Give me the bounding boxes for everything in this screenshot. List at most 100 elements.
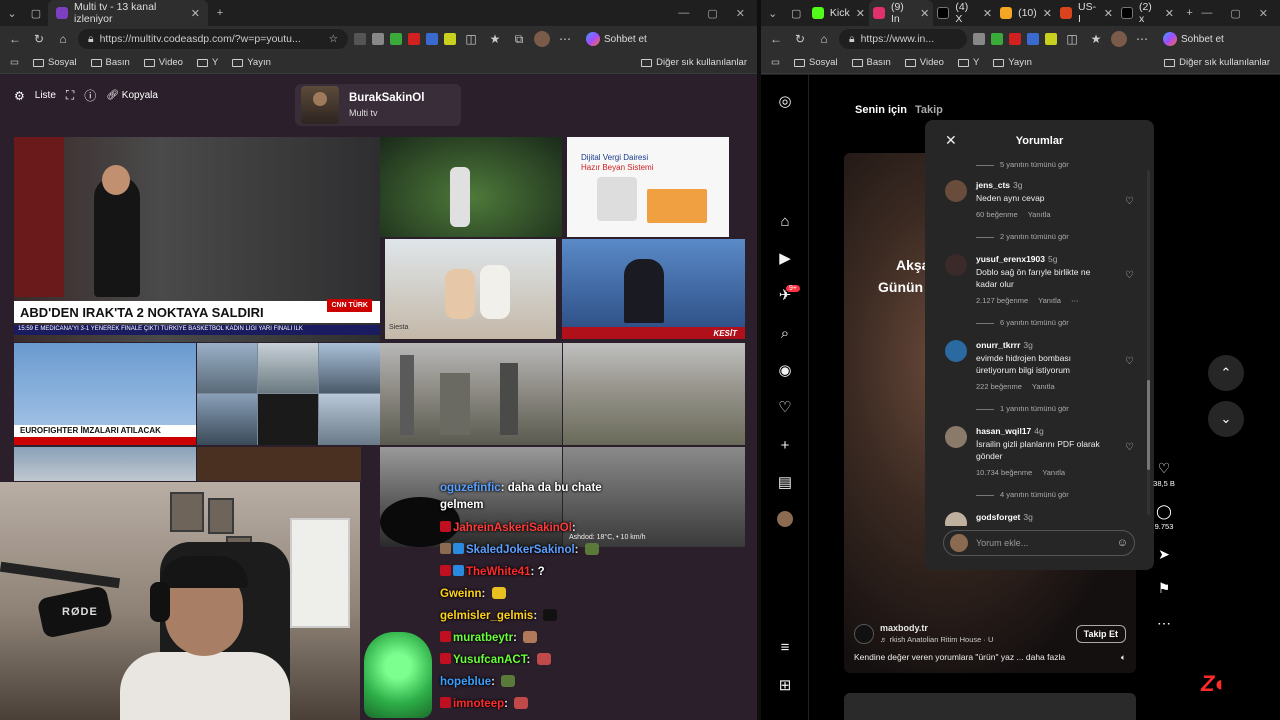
channel-card[interactable]: BurakSakinOl Multi tv (295, 84, 461, 126)
tab-actions-icon[interactable]: ⌄ (0, 1, 24, 25)
stream-tile-eurofighter[interactable]: EUROFIGHTER İMZALARI ATILACAK (14, 343, 196, 445)
stream-tile-cameras[interactable] (197, 343, 380, 445)
share-action[interactable]: ➤ (1153, 546, 1175, 563)
reply-button[interactable]: Yanıtla (1042, 468, 1065, 477)
view-replies-link[interactable]: 6 yanıtın tümünü gör (976, 318, 1069, 327)
extension-icon[interactable] (1009, 33, 1021, 45)
tab-instagram[interactable]: (9) In ✕ (868, 0, 934, 26)
star-icon[interactable]: ☆ (329, 33, 338, 45)
comments-scrollbar[interactable] (1147, 170, 1150, 515)
extension-icon[interactable] (372, 33, 384, 45)
stream-tile-football[interactable] (380, 137, 562, 237)
minimize-icon[interactable]: — (1201, 7, 1212, 20)
bookmark-folder-yayin[interactable]: Yayın (993, 57, 1032, 68)
tab-other[interactable]: (10) ✕ (996, 0, 1056, 26)
extension-icon[interactable] (426, 33, 438, 45)
close-tab-icon[interactable]: ✕ (856, 7, 865, 20)
reply-button[interactable]: Yanıtla (1028, 210, 1051, 219)
profile-avatar[interactable] (534, 31, 550, 47)
stream-tile-siesta[interactable]: Siesta (385, 239, 556, 339)
favorites-icon[interactable]: ★ (486, 30, 504, 48)
more-icon[interactable]: ⋯ (1133, 30, 1151, 48)
more-action[interactable]: ⋯ (1153, 615, 1175, 632)
explore-icon[interactable]: ◉ (775, 360, 795, 380)
info-icon[interactable]: ⓘ (84, 87, 96, 104)
reply-button[interactable]: Yanıtla (1032, 382, 1055, 391)
stream-tile-vergi[interactable]: Dijital Vergi Dairesi Hazır Beyan Sistem… (567, 137, 729, 237)
stream-tile-kesit[interactable]: KESİT (562, 239, 745, 339)
close-tab-icon[interactable]: ✕ (191, 7, 200, 20)
comment-avatar[interactable] (945, 426, 967, 448)
extension-icon[interactable] (408, 33, 420, 45)
profile-avatar[interactable] (775, 509, 795, 529)
apps-icon[interactable]: ⊞ (775, 675, 795, 695)
home-icon[interactable]: ⌂ (815, 30, 833, 48)
menu-icon[interactable]: ≡ (775, 637, 795, 657)
close-icon[interactable]: ✕ (945, 132, 957, 149)
like-comment-icon[interactable]: ♡ (1125, 270, 1134, 281)
split-screen-icon[interactable]: ◫ (462, 30, 480, 48)
reel-author-avatar[interactable] (854, 623, 874, 644)
comment-avatar[interactable] (945, 340, 967, 362)
comment-action[interactable]: ◯ 9.753 (1153, 503, 1175, 531)
instagram-logo-icon[interactable]: ◎ (775, 91, 795, 111)
tab-following[interactable]: Takip (915, 104, 943, 116)
tab-for-you[interactable]: Senin için (855, 104, 907, 116)
bookmark-folder-y[interactable]: Y (957, 57, 979, 68)
close-window-icon[interactable]: ✕ (1259, 7, 1268, 20)
view-replies-link[interactable]: 2 yanıtın tümünü gör (976, 232, 1069, 241)
bookmark-folder-sosyal[interactable]: Sosyal (793, 57, 838, 68)
new-tab-icon[interactable]: + (1178, 1, 1201, 25)
profile-avatar[interactable] (1111, 31, 1127, 47)
minimize-icon[interactable]: — (678, 7, 689, 20)
view-replies-link[interactable]: 4 yanıtın tümünü gör (976, 490, 1069, 499)
save-action[interactable]: ⚑ (1153, 580, 1175, 597)
reel-audio[interactable]: ♬ rkish Anatolian Ritim House · U (880, 635, 993, 644)
tab-us[interactable]: US-I ✕ (1055, 0, 1117, 26)
fullscreen-icon[interactable]: ⛶ (66, 88, 74, 103)
workspaces-icon[interactable]: ▢ (784, 1, 807, 25)
comment-user[interactable]: hasan_wqil17 4g (976, 426, 1044, 436)
next-reel-button[interactable]: ⌄ (1208, 401, 1244, 437)
follow-button[interactable]: Takip Et (1075, 624, 1126, 643)
extension-icon[interactable] (390, 33, 402, 45)
close-tab-icon[interactable]: ✕ (1165, 7, 1174, 20)
comment-options-icon[interactable]: ⋯ (1071, 296, 1079, 305)
other-favorites[interactable]: Diğer sık kullanılanlar (1164, 57, 1270, 68)
back-icon[interactable]: ← (767, 30, 785, 48)
reply-button[interactable]: Yanıtla (1038, 296, 1061, 305)
back-icon[interactable]: ← (6, 30, 24, 48)
close-tab-icon[interactable]: ✕ (983, 7, 992, 20)
extension-icon[interactable] (444, 33, 456, 45)
like-action[interactable]: ♡ 38,5 B (1153, 460, 1175, 488)
previous-reel-button[interactable]: ⌃ (1208, 355, 1244, 391)
reel-caption[interactable]: Kendine değer veren yorumlara "ürün" yaz… (854, 652, 1065, 663)
favorites-icon[interactable]: ★ (1087, 30, 1105, 48)
stream-tile-room[interactable] (197, 447, 361, 481)
more-icon[interactable]: ⋯ (556, 30, 574, 48)
comment-user[interactable]: jens_cts 3g (976, 180, 1023, 190)
extension-icon[interactable] (973, 33, 985, 45)
reel-author[interactable]: maxbody.tr (880, 623, 993, 633)
comment-avatar[interactable] (945, 254, 967, 276)
close-window-icon[interactable]: ✕ (736, 7, 745, 20)
split-screen-icon[interactable]: ◫ (1063, 30, 1081, 48)
comment-user[interactable]: onurr_tkrrr 3g (976, 340, 1033, 350)
home-icon[interactable]: ⌂ (54, 30, 72, 48)
bookmark-folder-basin[interactable]: Basın (90, 57, 130, 68)
copilot-button[interactable]: Sohbet et (580, 30, 653, 48)
stream-tile-city2[interactable] (563, 343, 745, 445)
bookmark-folder-basin[interactable]: Basın (851, 57, 891, 68)
bookmark-folder-yayin[interactable]: Yayın (232, 57, 271, 68)
search-icon[interactable]: ⌕ (775, 323, 795, 343)
home-icon[interactable]: ⌂ (775, 211, 795, 231)
emoji-icon[interactable]: ☺ (1117, 537, 1128, 549)
tab-multitv[interactable]: Multi tv - 13 kanal izleniyor ✕ (48, 0, 208, 26)
maximize-icon[interactable]: ▢ (707, 7, 717, 20)
extension-icon[interactable] (1027, 33, 1039, 45)
view-replies-link[interactable]: 1 yanıtın tümünü gör (976, 404, 1069, 413)
tab-x[interactable]: (4) X ✕ (933, 0, 997, 26)
like-comment-icon[interactable]: ♡ (1125, 442, 1134, 453)
workspaces-icon[interactable]: ▢ (24, 1, 48, 25)
copilot-button[interactable]: Sohbet et (1157, 30, 1230, 48)
